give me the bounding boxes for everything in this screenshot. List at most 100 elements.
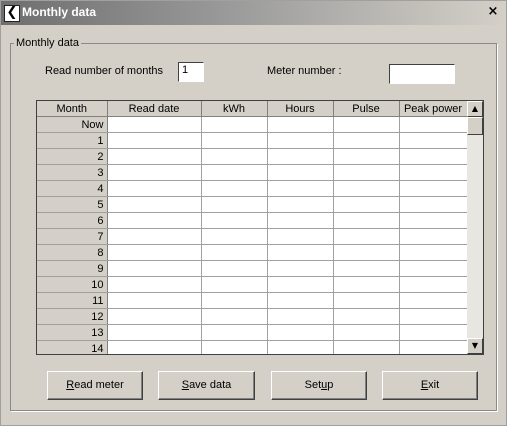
grid-cell[interactable]: [201, 324, 268, 341]
grid-cell[interactable]: [201, 340, 268, 354]
grid-cell[interactable]: [333, 132, 400, 149]
grid-cell[interactable]: [201, 180, 268, 197]
grid-cell[interactable]: [267, 292, 334, 309]
grid-cell[interactable]: [399, 324, 468, 341]
grid-cell[interactable]: [399, 180, 468, 197]
column-header[interactable]: Month: [37, 101, 108, 117]
scroll-down-icon[interactable]: ▼: [467, 338, 483, 354]
grid-cell[interactable]: [267, 228, 334, 245]
grid-cell[interactable]: [267, 148, 334, 165]
grid-cell[interactable]: [333, 212, 400, 229]
grid-cell[interactable]: [267, 164, 334, 181]
column-header[interactable]: kWh: [201, 101, 268, 117]
exit-button[interactable]: Exit: [382, 371, 478, 400]
grid-cell[interactable]: [107, 132, 202, 149]
grid-cell[interactable]: [107, 116, 202, 133]
grid-cell[interactable]: [333, 308, 400, 325]
grid-cell[interactable]: [267, 340, 334, 354]
grid-cell[interactable]: [399, 308, 468, 325]
row-header[interactable]: 3: [37, 164, 108, 181]
row-header[interactable]: 12: [37, 308, 108, 325]
scroll-up-icon[interactable]: ▲: [467, 101, 483, 117]
row-header[interactable]: Now: [37, 116, 108, 133]
grid-cell[interactable]: [107, 228, 202, 245]
row-header[interactable]: 9: [37, 260, 108, 277]
grid-cell[interactable]: [399, 164, 468, 181]
column-header[interactable]: Read date: [107, 101, 202, 117]
grid-cell[interactable]: [399, 148, 468, 165]
grid-cell[interactable]: [201, 308, 268, 325]
row-header[interactable]: 13: [37, 324, 108, 341]
read-meter-button[interactable]: Read meter: [47, 371, 143, 400]
grid-cell[interactable]: [333, 180, 400, 197]
grid-cell[interactable]: [201, 132, 268, 149]
grid-cell[interactable]: [267, 212, 334, 229]
grid-cell[interactable]: [399, 132, 468, 149]
grid-cell[interactable]: [399, 276, 468, 293]
grid-cell[interactable]: [399, 116, 468, 133]
grid-cell[interactable]: [333, 164, 400, 181]
grid-cell[interactable]: [201, 260, 268, 277]
grid-cell[interactable]: [107, 340, 202, 354]
grid-cell[interactable]: [333, 340, 400, 354]
grid-cell[interactable]: [201, 148, 268, 165]
row-header[interactable]: 10: [37, 276, 108, 293]
grid-cell[interactable]: [201, 196, 268, 213]
row-header[interactable]: 7: [37, 228, 108, 245]
title-bar[interactable]: ❮ Monthly data ×: [1, 1, 506, 25]
grid-cell[interactable]: [333, 228, 400, 245]
grid-cell[interactable]: [201, 228, 268, 245]
grid-cell[interactable]: [107, 308, 202, 325]
grid-cell[interactable]: [399, 244, 468, 261]
grid-cell[interactable]: [201, 212, 268, 229]
column-header[interactable]: Hours: [267, 101, 334, 117]
grid-cell[interactable]: [399, 196, 468, 213]
grid-cell[interactable]: [333, 276, 400, 293]
grid-cell[interactable]: [333, 292, 400, 309]
grid-cell[interactable]: [267, 260, 334, 277]
grid-cell[interactable]: [333, 116, 400, 133]
row-header[interactable]: 14: [37, 340, 108, 354]
row-header[interactable]: 2: [37, 148, 108, 165]
grid-cell[interactable]: [107, 196, 202, 213]
vertical-scrollbar[interactable]: ▲ ▼: [467, 101, 483, 354]
close-icon[interactable]: ×: [485, 4, 501, 20]
grid-cell[interactable]: [201, 164, 268, 181]
row-header[interactable]: 4: [37, 180, 108, 197]
grid-cell[interactable]: [333, 260, 400, 277]
grid-cell[interactable]: [107, 276, 202, 293]
grid-cell[interactable]: [107, 244, 202, 261]
grid-cell[interactable]: [267, 180, 334, 197]
grid-cell[interactable]: [201, 276, 268, 293]
grid-cell[interactable]: [333, 148, 400, 165]
grid-cell[interactable]: [201, 244, 268, 261]
row-header[interactable]: 8: [37, 244, 108, 261]
grid-cell[interactable]: [267, 308, 334, 325]
grid-cell[interactable]: [201, 116, 268, 133]
grid-cell[interactable]: [107, 324, 202, 341]
grid-cell[interactable]: [107, 212, 202, 229]
grid-cell[interactable]: [399, 228, 468, 245]
grid-cell[interactable]: [333, 244, 400, 261]
row-header[interactable]: 1: [37, 132, 108, 149]
grid-cell[interactable]: [107, 180, 202, 197]
grid-cell[interactable]: [201, 292, 268, 309]
grid-cell[interactable]: [267, 196, 334, 213]
grid-cell[interactable]: [107, 148, 202, 165]
grid-cell[interactable]: [399, 292, 468, 309]
row-header[interactable]: 6: [37, 212, 108, 229]
grid-cell[interactable]: [333, 196, 400, 213]
grid-cell[interactable]: [333, 324, 400, 341]
grid-cell[interactable]: [107, 260, 202, 277]
grid-cell[interactable]: [267, 276, 334, 293]
grid-cell[interactable]: [267, 324, 334, 341]
row-header[interactable]: 11: [37, 292, 108, 309]
grid-cell[interactable]: [399, 340, 468, 354]
grid-cell[interactable]: [107, 164, 202, 181]
meter-number-input[interactable]: [389, 64, 455, 84]
grid-cell[interactable]: [267, 244, 334, 261]
column-header[interactable]: Peak power: [399, 101, 468, 117]
grid-cell[interactable]: [399, 260, 468, 277]
setup-button[interactable]: Setup: [271, 371, 367, 400]
grid-cell[interactable]: [267, 116, 334, 133]
